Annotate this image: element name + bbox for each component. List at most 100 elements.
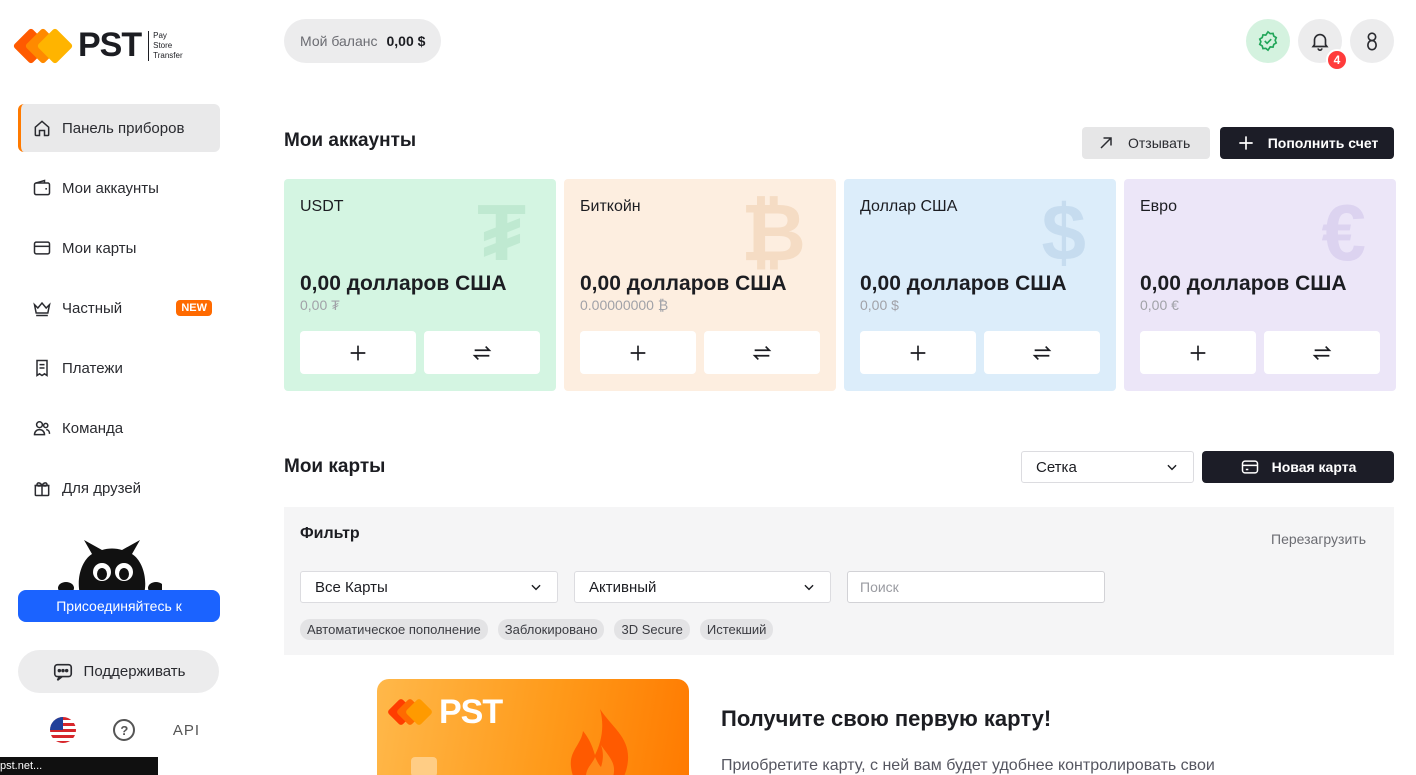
sidebar-item-label: Частный bbox=[62, 299, 123, 317]
new-card-button[interactable]: Новая карта bbox=[1202, 451, 1394, 483]
api-link[interactable]: API bbox=[173, 722, 200, 739]
verified-button[interactable] bbox=[1246, 19, 1290, 63]
promo-card-image: PST bbox=[377, 679, 689, 775]
sidebar-item-accounts[interactable]: Мои аккаунты bbox=[18, 164, 220, 212]
sidebar-item-cards[interactable]: Мои карты bbox=[18, 224, 220, 272]
topup-button[interactable]: Пополнить счет bbox=[1220, 127, 1394, 159]
sidebar-item-label: Команда bbox=[62, 419, 124, 437]
account-name: Биткойн bbox=[580, 198, 641, 215]
cards-title: Мои карты bbox=[284, 456, 386, 477]
card-status-select[interactable]: Активный bbox=[574, 571, 831, 603]
profile-button[interactable] bbox=[1350, 19, 1394, 63]
logo-sub-line: Pay bbox=[153, 30, 167, 40]
sidebar-footer: ? API bbox=[50, 716, 200, 744]
exchange-button[interactable] bbox=[1264, 331, 1380, 374]
card-type-value: Все Карты bbox=[315, 578, 388, 596]
tag-auto-topup[interactable]: Автоматическое пополнение bbox=[300, 619, 488, 640]
sidebar-item-private[interactable]: Частный NEW bbox=[18, 284, 220, 332]
account-sub-amount: 0.00000000 ₿ bbox=[580, 297, 669, 313]
balance-pill[interactable]: Мой баланс 0,00 $ bbox=[284, 19, 442, 63]
sidebar-item-friends[interactable]: Для друзей bbox=[18, 464, 220, 512]
reload-link[interactable]: Перезагрузить bbox=[1271, 531, 1366, 547]
cat-illustration bbox=[58, 540, 162, 594]
account-card-bitcoin[interactable]: ₿ Биткойн 0,00 долларов США 0.00000000 ₿ bbox=[564, 179, 836, 391]
crown-icon bbox=[33, 301, 51, 317]
sidebar-item-payments[interactable]: Платежи bbox=[18, 344, 220, 392]
gift-icon bbox=[34, 482, 50, 497]
bell-icon bbox=[1311, 33, 1329, 51]
sidebar: PST Pay Store Transfer Панель приборов М… bbox=[0, 0, 240, 775]
account-card-usd[interactable]: $ Доллар США 0,00 долларов США 0,00 $ bbox=[844, 179, 1116, 391]
us-flag-icon[interactable] bbox=[50, 717, 76, 743]
account-cards: ₮ USDT 0,00 долларов США 0,00 ₮ ₿ Биткой… bbox=[284, 179, 1396, 391]
exchange-button[interactable] bbox=[704, 331, 820, 374]
logo-text: PST bbox=[78, 26, 142, 64]
logo[interactable]: PST Pay Store Transfer bbox=[12, 26, 183, 65]
sidebar-item-label: Для друзей bbox=[62, 479, 142, 497]
add-funds-button[interactable] bbox=[1140, 331, 1256, 374]
account-card-euro[interactable]: € Евро 0,00 долларов США 0,00 € bbox=[1124, 179, 1396, 391]
header-actions: 4 bbox=[1246, 19, 1394, 71]
chevron-down-icon bbox=[804, 584, 814, 591]
card-type-select[interactable]: Все Карты bbox=[300, 571, 558, 603]
view-mode-value: Сетка bbox=[1036, 458, 1077, 476]
tag-3d-secure[interactable]: 3D Secure bbox=[614, 619, 690, 640]
account-name: Доллар США bbox=[860, 198, 958, 215]
sidebar-item-label: Мои карты bbox=[62, 239, 137, 257]
sidebar-item-label: Панель приборов bbox=[62, 119, 185, 137]
card-chip-icon bbox=[411, 757, 437, 775]
accounts-title: Мои аккаунты bbox=[284, 130, 417, 151]
plus-icon bbox=[910, 345, 926, 360]
promo-description: Приобретите карту, с ней вам будет удобн… bbox=[721, 757, 1215, 774]
support-button[interactable]: Поддерживать bbox=[18, 650, 219, 693]
tag-expired[interactable]: Истекший bbox=[699, 619, 774, 640]
tag-blocked[interactable]: Заблокировано bbox=[497, 619, 605, 640]
sidebar-item-dashboard[interactable]: Панель приборов bbox=[18, 104, 220, 152]
notifications-button[interactable]: 4 bbox=[1298, 19, 1348, 71]
card-icon bbox=[33, 241, 51, 255]
bitcoin-icon: ₿ bbox=[740, 188, 806, 277]
account-amount: 0,00 долларов США bbox=[1140, 272, 1347, 295]
plus-icon bbox=[1190, 345, 1206, 360]
logo-subtitle: Pay Store Transfer bbox=[148, 30, 183, 61]
card-status-value: Активный bbox=[589, 578, 657, 596]
logo-mark-icon bbox=[12, 27, 76, 65]
new-card-label: Новая карта bbox=[1271, 459, 1357, 475]
exchange-icon bbox=[1032, 345, 1052, 360]
plus-icon bbox=[350, 345, 366, 360]
add-funds-button[interactable] bbox=[300, 331, 416, 374]
withdraw-button[interactable]: Отзывать bbox=[1082, 127, 1210, 159]
usdt-icon: ₮ bbox=[477, 188, 526, 277]
chat-icon bbox=[53, 663, 72, 681]
filter-title: Фильтр bbox=[300, 525, 360, 542]
euro-icon: € bbox=[1321, 188, 1367, 277]
sidebar-item-label: Платежи bbox=[62, 359, 123, 377]
verified-badge-icon bbox=[1258, 30, 1278, 52]
flame-icon bbox=[570, 709, 629, 775]
view-mode-select[interactable]: Сетка bbox=[1021, 451, 1194, 483]
join-button[interactable]: Присоединяйтесь к bbox=[18, 590, 220, 622]
exchange-button[interactable] bbox=[984, 331, 1100, 374]
logo-mark-icon bbox=[386, 697, 435, 728]
account-sub-amount: 0,00 € bbox=[1140, 297, 1179, 313]
logo-sub-line: Transfer bbox=[153, 50, 183, 60]
exchange-button[interactable] bbox=[424, 331, 540, 374]
help-icon[interactable]: ? bbox=[113, 719, 136, 741]
add-funds-button[interactable] bbox=[580, 331, 696, 374]
sidebar-item-team[interactable]: Команда bbox=[18, 404, 220, 452]
plus-icon bbox=[630, 345, 646, 360]
promo-title: Получите свою первую карту! bbox=[721, 706, 1052, 731]
account-sub-amount: 0,00 $ bbox=[860, 297, 899, 313]
promo-logo-text: PST bbox=[439, 693, 503, 731]
exchange-icon bbox=[1312, 345, 1332, 360]
account-sub-amount: 0,00 ₮ bbox=[300, 297, 340, 313]
team-icon bbox=[33, 421, 51, 436]
search-input[interactable] bbox=[847, 571, 1105, 603]
exchange-icon bbox=[752, 345, 772, 360]
sidebar-nav: Панель приборов Мои аккаунты Мои карты Ч… bbox=[18, 104, 220, 524]
dollar-icon: $ bbox=[1041, 188, 1087, 277]
account-card-usdt[interactable]: ₮ USDT 0,00 долларов США 0,00 ₮ bbox=[284, 179, 556, 391]
account-name: Евро bbox=[1140, 198, 1177, 215]
add-funds-button[interactable] bbox=[860, 331, 976, 374]
receipt-icon bbox=[36, 359, 48, 377]
